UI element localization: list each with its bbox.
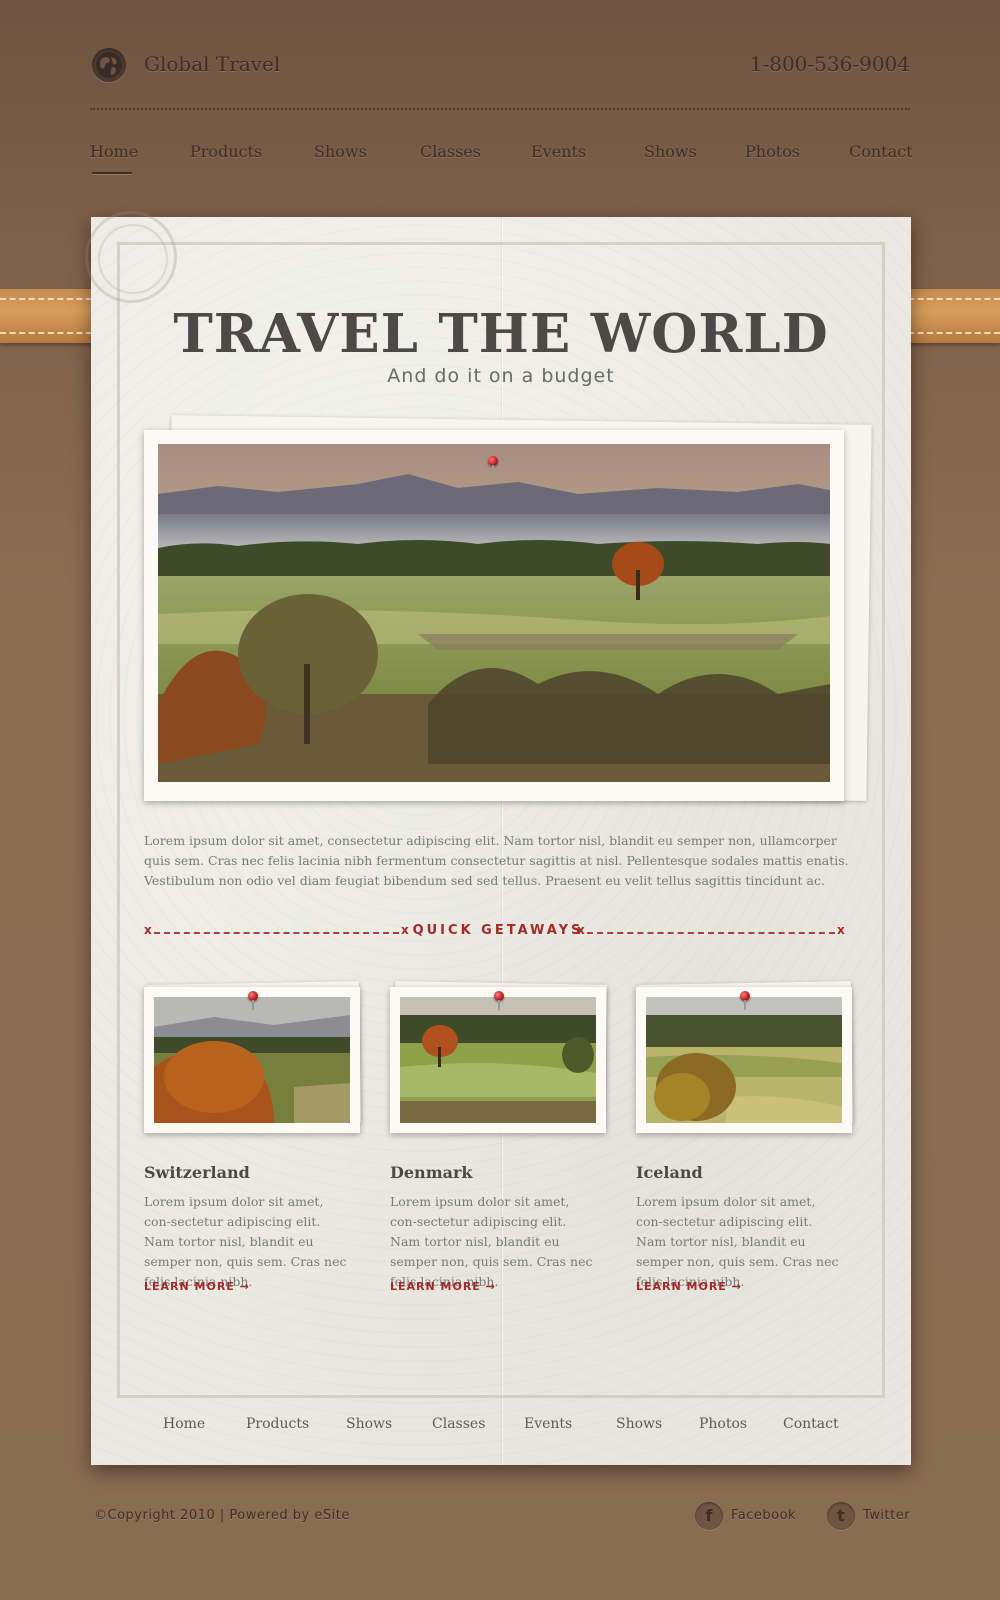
intro-paragraph: Lorem ipsum dolor sit amet, consectetur …: [144, 833, 849, 888]
hero-subtitle: And do it on a budget: [387, 365, 615, 387]
nav-photos[interactable]: Photos: [745, 142, 800, 161]
divider-dashes: [587, 932, 835, 934]
map-pin-icon: [494, 991, 504, 1010]
globe-icon[interactable]: [92, 48, 126, 82]
thumb-frame[interactable]: [144, 987, 360, 1133]
switzerland-image: [154, 997, 350, 1123]
nav-classes[interactable]: Classes: [420, 142, 481, 161]
postmark-stamp-icon: [85, 211, 177, 303]
learn-more-link[interactable]: LEARN MORE →: [390, 1280, 496, 1293]
facebook-icon: f: [695, 1502, 723, 1530]
map-pin-icon: [740, 991, 750, 1010]
hero-photo-frame: [144, 430, 844, 801]
copyright-text: ©Copyright 2010 | Powered by eSite: [94, 1508, 350, 1523]
facebook-label: Facebook: [731, 1508, 797, 1523]
denmark-image: [400, 997, 596, 1123]
divider-x-marker: x: [577, 923, 585, 937]
nav-shows[interactable]: Shows: [314, 142, 367, 161]
footer-nav-products[interactable]: Products: [246, 1416, 309, 1432]
map-pin-icon: [488, 456, 498, 475]
nav-home[interactable]: Home: [90, 142, 138, 161]
site-logo-text[interactable]: Global Travel: [144, 52, 280, 76]
hero-landscape-image: [158, 444, 830, 782]
site-header: Global Travel 1-800-536-9004: [90, 44, 910, 84]
hero-title: TRAVEL THE WORLD: [173, 303, 829, 365]
footer-nav-shows[interactable]: Shows: [346, 1416, 392, 1432]
footer-nav-home[interactable]: Home: [163, 1416, 205, 1432]
content-paper: TRAVEL THE WORLD And do it on a budget L…: [85, 211, 911, 1465]
phone-number: 1-800-536-9004: [749, 52, 910, 76]
iceland-image: [646, 997, 842, 1123]
nav-contact[interactable]: Contact: [849, 142, 913, 161]
map-pin-icon: [248, 991, 258, 1010]
thumb-frame[interactable]: [390, 987, 606, 1133]
quick-getaways-heading: QUICK GETAWAYS: [412, 923, 584, 938]
nav-shows-2[interactable]: Shows: [644, 142, 697, 161]
quick-getaways-divider: x x QUICK GETAWAYS x x: [144, 923, 846, 943]
footer-nav-contact[interactable]: Contact: [783, 1416, 839, 1432]
leather-strap-left: [0, 289, 92, 343]
learn-more-link[interactable]: LEARN MORE →: [636, 1280, 742, 1293]
footer-nav-classes[interactable]: Classes: [432, 1416, 485, 1432]
learn-more-link[interactable]: LEARN MORE →: [144, 1280, 250, 1293]
destination-title[interactable]: Switzerland: [144, 1163, 250, 1182]
destination-description: Lorem ipsum dolor sit amet, con-sectetur…: [390, 1194, 593, 1289]
destination-title[interactable]: Iceland: [636, 1163, 703, 1182]
destination-description: Lorem ipsum dolor sit amet, con-sectetur…: [636, 1194, 839, 1289]
divider-x-marker: x: [837, 923, 845, 937]
twitter-icon: t: [827, 1502, 855, 1530]
nav-events[interactable]: Events: [531, 142, 586, 161]
destination-description: Lorem ipsum dolor sit amet, con-sectetur…: [144, 1194, 347, 1289]
thumb-frame[interactable]: [636, 987, 852, 1133]
divider-dashes: [154, 932, 399, 934]
twitter-label: Twitter: [863, 1508, 911, 1523]
main-nav: Home Products Shows Classes Events Shows…: [90, 142, 913, 182]
divider-x-marker: x: [144, 923, 152, 937]
footer-nav: Home Products Shows Classes Events Shows…: [91, 1416, 911, 1446]
footer-nav-shows-2[interactable]: Shows: [616, 1416, 662, 1432]
nav-products[interactable]: Products: [190, 142, 262, 161]
destination-title[interactable]: Denmark: [390, 1163, 473, 1182]
leather-strap-right: [908, 289, 1000, 343]
header-divider: [90, 108, 910, 110]
nav-active-indicator: [92, 172, 132, 174]
footer-nav-photos[interactable]: Photos: [699, 1416, 747, 1432]
footer-nav-events[interactable]: Events: [524, 1416, 572, 1432]
